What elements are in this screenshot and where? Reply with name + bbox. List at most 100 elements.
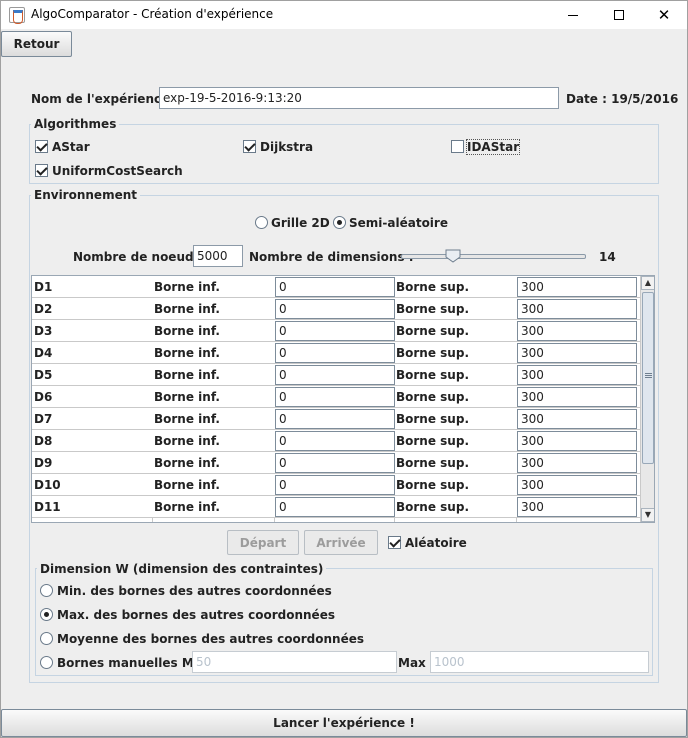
lower-bound-input[interactable]: 0 — [275, 321, 395, 341]
lower-bound-input[interactable]: 0 — [275, 409, 395, 429]
upper-bound-label: Borne sup. — [396, 456, 470, 470]
table-vertical-scrollbar[interactable]: ▲ ▼ — [640, 276, 654, 522]
upper-bound-input[interactable]: 300 — [517, 431, 637, 451]
table-row: D6 Borne inf. 0 Borne sup. 300 — [32, 386, 640, 408]
upper-bound-label: Borne sup. — [396, 434, 470, 448]
average-bounds-label: Moyenne des bornes des autres coordonnée… — [57, 632, 365, 646]
dimension-label: D1 — [34, 280, 53, 294]
experience-name-field[interactable]: exp-19-5-2016-9:13:20 — [159, 87, 559, 109]
dijkstra-checkbox[interactable] — [243, 140, 256, 153]
lower-bound-input[interactable]: 0 — [275, 387, 395, 407]
dimension-label: D8 — [34, 434, 53, 448]
lower-bound-label: Borne inf. — [154, 456, 220, 470]
manual-bounds-radio[interactable] — [40, 656, 53, 669]
dimension-label: D5 — [34, 368, 53, 382]
upper-bound-input[interactable]: 300 — [517, 387, 637, 407]
upper-bound-label: Borne sup. — [396, 500, 470, 514]
java-app-icon — [9, 7, 25, 24]
upper-bound-input[interactable]: 300 — [517, 365, 637, 385]
table-row: D2 Borne inf. 0 Borne sup. 300 — [32, 298, 640, 320]
grip-icon — [645, 373, 652, 378]
table-row: D11 Borne inf. 0 Borne sup. 300 — [32, 496, 640, 518]
upper-bound-input[interactable]: 300 — [517, 453, 637, 473]
upper-bound-label: Borne sup. — [396, 368, 470, 382]
scroll-down-icon[interactable]: ▼ — [641, 508, 654, 522]
dimension-label: D9 — [34, 456, 53, 470]
table-row: D7 Borne inf. 0 Borne sup. 300 — [32, 408, 640, 430]
min-bounds-radio[interactable] — [40, 584, 53, 597]
dimension-label: D3 — [34, 324, 53, 338]
grid-2d-label: Grille 2D — [271, 216, 330, 230]
dimensions-slider-thumb[interactable] — [445, 249, 461, 263]
upper-bound-label: Borne sup. — [396, 478, 470, 492]
upper-bound-input[interactable]: 300 — [517, 321, 637, 341]
upper-bound-input[interactable]: 300 — [517, 409, 637, 429]
table-row: D4 Borne inf. 0 Borne sup. 300 — [32, 342, 640, 364]
idastar-checkbox[interactable] — [451, 140, 464, 153]
lower-bound-input[interactable]: 0 — [275, 431, 395, 451]
upper-bound-input[interactable]: 300 — [517, 497, 637, 517]
dimensions-slider-track[interactable] — [401, 254, 586, 259]
table-row: D8 Borne inf. 0 Borne sup. 300 — [32, 430, 640, 452]
environment-group-title: Environnement — [31, 188, 140, 202]
random-checkbox[interactable] — [388, 536, 401, 549]
lower-bound-input[interactable]: 0 — [275, 299, 395, 319]
average-bounds-radio[interactable] — [40, 632, 53, 645]
upper-bound-label: Borne sup. — [396, 280, 470, 294]
table-row: D9 Borne inf. 0 Borne sup. 300 — [32, 452, 640, 474]
lower-bound-label: Borne inf. — [154, 346, 220, 360]
lower-bound-label: Borne inf. — [154, 368, 220, 382]
dimensions-value: 14 — [599, 250, 616, 264]
grid-2d-radio[interactable] — [255, 216, 268, 229]
minimize-icon[interactable] — [550, 1, 596, 29]
launch-experience-button[interactable]: Lancer l'expérience ! — [1, 709, 687, 737]
upper-bound-input[interactable]: 300 — [517, 299, 637, 319]
astar-checkbox[interactable] — [35, 140, 48, 153]
upper-bound-label: Borne sup. — [396, 412, 470, 426]
lower-bound-input[interactable]: 0 — [275, 475, 395, 495]
algorithms-group-title: Algorithmes — [31, 117, 120, 131]
dijkstra-label: Dijkstra — [260, 140, 314, 154]
end-button[interactable]: Arrivée — [304, 530, 378, 555]
title-bar: AlgoComparator - Création d'expérience ✕ — [1, 1, 687, 29]
lower-bound-input[interactable]: 0 — [275, 277, 395, 297]
upper-bound-input[interactable]: 300 — [517, 475, 637, 495]
max-bounds-radio[interactable] — [40, 608, 53, 621]
manual-max-input[interactable]: 1000 — [430, 651, 649, 673]
nodes-label: Nombre de noeuds : — [73, 250, 210, 264]
lower-bound-label: Borne inf. — [154, 390, 220, 404]
close-icon[interactable]: ✕ — [641, 1, 687, 29]
lower-bound-input[interactable]: 0 — [275, 497, 395, 517]
scroll-up-icon[interactable]: ▲ — [641, 276, 654, 290]
scroll-thumb[interactable] — [642, 292, 654, 464]
lower-bound-input[interactable]: 0 — [275, 365, 395, 385]
lower-bound-label: Borne inf. — [154, 434, 220, 448]
dimension-label: D10 — [34, 478, 61, 492]
table-row: D3 Borne inf. 0 Borne sup. 300 — [32, 320, 640, 342]
dimension-w-title: Dimension W (dimension des contraintes) — [37, 562, 327, 576]
lower-bound-label: Borne inf. — [154, 324, 220, 338]
min-bounds-label: Min. des bornes des autres coordonnées — [57, 584, 332, 598]
maximize-icon[interactable] — [596, 1, 642, 29]
upper-bound-input[interactable]: 300 — [517, 277, 637, 297]
uniformcostsearch-checkbox[interactable] — [35, 164, 48, 177]
lower-bound-label: Borne inf. — [154, 302, 220, 316]
back-button[interactable]: Retour — [1, 31, 72, 57]
uniformcostsearch-label: UniformCostSearch — [52, 164, 183, 178]
upper-bound-input[interactable]: 300 — [517, 343, 637, 363]
lower-bound-input[interactable]: 0 — [275, 453, 395, 473]
nodes-input[interactable]: 5000 — [193, 245, 243, 267]
dimensions-label: Nombre de dimensions : — [249, 250, 414, 264]
upper-bound-label: Borne sup. — [396, 346, 470, 360]
dimension-label: D4 — [34, 346, 53, 360]
table-row: D1 Borne inf. 0 Borne sup. 300 — [32, 276, 640, 298]
lower-bound-label: Borne inf. — [154, 500, 220, 514]
manual-min-input[interactable]: 50 — [192, 651, 397, 673]
semi-random-radio[interactable] — [333, 216, 346, 229]
lower-bound-input[interactable]: 0 — [275, 343, 395, 363]
table-row: D5 Borne inf. 0 Borne sup. 300 — [32, 364, 640, 386]
app-window: AlgoComparator - Création d'expérience ✕… — [0, 0, 688, 738]
upper-bound-label: Borne sup. — [396, 324, 470, 338]
start-button[interactable]: Départ — [227, 530, 299, 555]
bounds-table: D1 Borne inf. 0 Borne sup. 300 D2 Borne inf. 0 B… — [31, 275, 655, 523]
